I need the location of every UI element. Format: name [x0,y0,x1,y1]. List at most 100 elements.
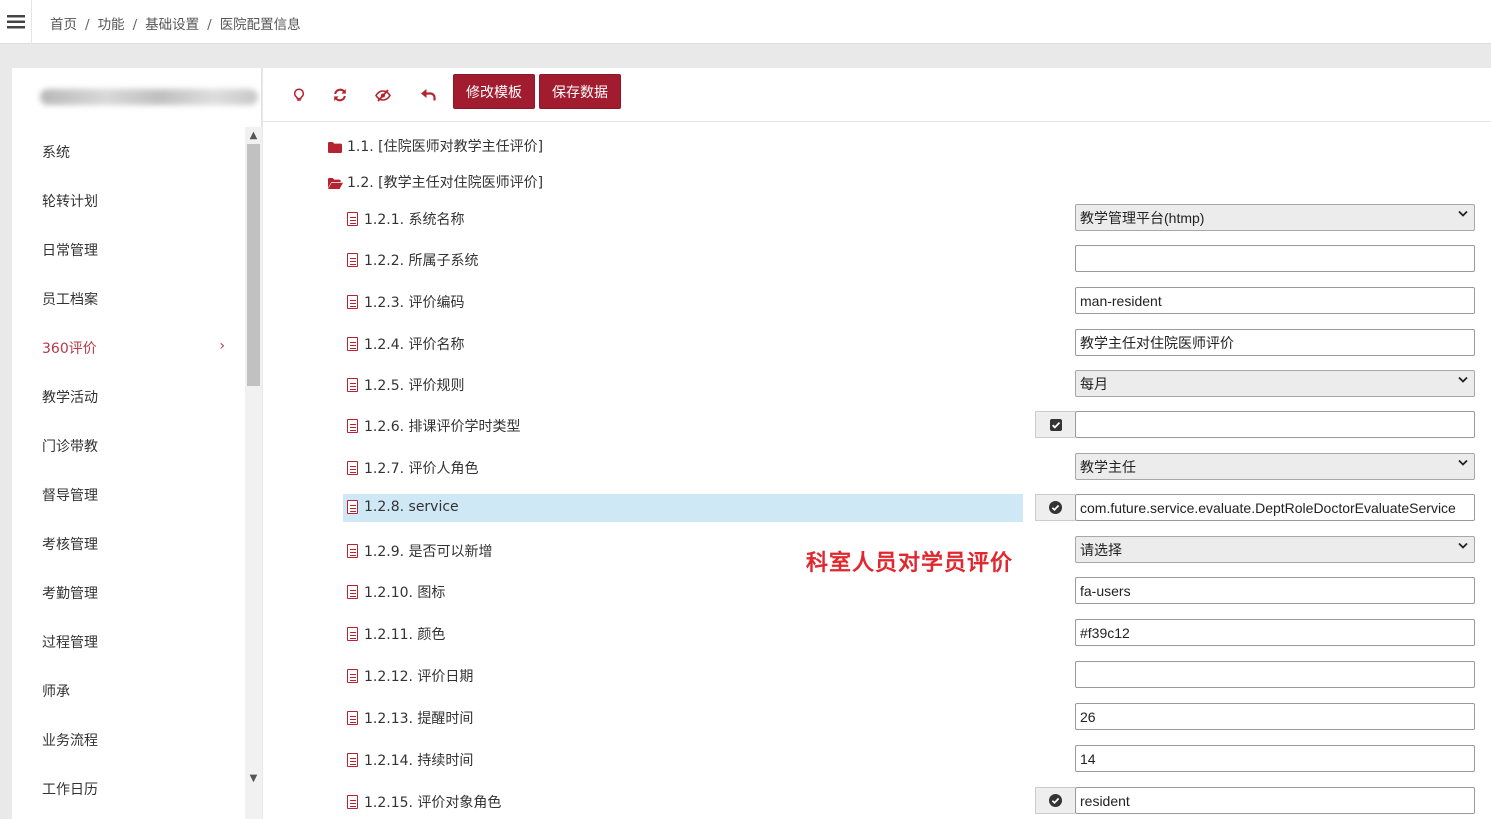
chevron-down-icon [1458,542,1468,553]
lightbulb-icon[interactable] [286,82,312,108]
sidebar-item-label: 日常管理 [42,242,98,259]
sidebar-item[interactable]: 业务流程 [12,715,245,764]
sidebar-item[interactable]: 系统 [12,127,245,176]
config-row-label[interactable]: 1.2.3. 评价编码 [347,292,465,312]
scroll-down-icon[interactable]: ▼ [245,770,262,787]
select-field[interactable]: 每月 [1075,370,1475,397]
field-value: 教学管理平台(htmp) [1080,209,1205,226]
eye-slash-icon[interactable] [370,82,396,108]
sidebar-item-label: 过程管理 [42,634,98,651]
config-label-text: 1.2.1. 系统名称 [364,212,465,228]
text-input[interactable]: 26 [1075,703,1475,730]
config-row-label[interactable]: 1.2.11. 颜色 [347,624,445,644]
breadcrumb-function[interactable]: 功能 [98,17,125,33]
toolbar: 修改模板 保存数据 [263,68,1491,122]
text-input[interactable] [1075,661,1475,688]
document-icon [347,419,358,433]
scroll-up-icon[interactable]: ▲ [245,127,262,144]
save-data-button[interactable]: 保存数据 [539,74,621,109]
config-label-text: 1.2.5. 评价规则 [364,378,465,394]
folder-icon [328,141,342,153]
field-value: 26 [1080,708,1096,725]
chevron-down-icon [1458,210,1468,221]
check-circle-icon[interactable] [1035,787,1075,814]
sidebar-scrollbar[interactable]: ▲ ▼ [245,127,262,819]
config-row-label[interactable]: 1.2.12. 评价日期 [347,666,473,686]
text-input[interactable] [1075,245,1475,272]
text-input[interactable]: man-resident [1075,287,1475,314]
sidebar-item[interactable]: 师承 [12,666,245,715]
text-input[interactable]: 教学主任对住院医师评价 [1075,329,1475,356]
edit-template-button[interactable]: 修改模板 [453,74,535,109]
breadcrumb: 首页 / 功能 / 基础设置 / 医院配置信息 [50,17,301,33]
config-row-label[interactable]: 1.2.7. 评价人角色 [347,458,479,478]
field-value: 教学主任 [1080,458,1136,475]
sidebar-item[interactable]: 过程管理 [12,617,245,666]
sidebar-item[interactable]: 教学活动 [12,372,245,421]
field-value: 每月 [1080,375,1108,392]
breadcrumb-basic-settings[interactable]: 基础设置 [145,17,199,33]
sidebar-item-label: 员工档案 [42,291,98,308]
text-input[interactable]: fa-users [1075,577,1475,604]
select-field[interactable]: 教学主任 [1075,453,1475,480]
chevron-down-icon [1458,376,1468,387]
config-row-label[interactable]: 1.2.9. 是否可以新增 [347,541,493,561]
document-icon [347,585,358,599]
config-row-label[interactable]: 1.2.8. service [347,499,459,515]
config-row-label[interactable]: 1.2.5. 评价规则 [347,375,465,395]
tree-node-label: 1.2. [教学主任对住院医师评价] [347,175,544,191]
sidebar-item[interactable]: 日常管理 [12,225,245,274]
sidebar-item-label: 360评价 [42,340,97,357]
sidebar-item[interactable]: 督导管理 [12,470,245,519]
document-icon [347,711,358,725]
document-icon [347,253,358,267]
menu-toggle-icon[interactable] [0,0,32,44]
config-row-label[interactable]: 1.2.15. 评价对象角色 [347,792,501,812]
document-icon [347,500,358,514]
check-circle-icon[interactable] [1035,494,1075,521]
sidebar-item-label: 系统 [42,144,70,161]
sidebar-item[interactable]: 考核管理 [12,519,245,568]
document-icon [347,795,358,809]
check-square-icon[interactable] [1035,411,1075,438]
breadcrumb-home[interactable]: 首页 [50,17,77,33]
text-input[interactable]: com.future.service.evaluate.DeptRoleDoct… [1075,494,1475,521]
tree-node-1-1[interactable]: 1.1. [住院医师对教学主任评价] [328,136,543,156]
sidebar-item[interactable]: 员工档案 [12,274,245,323]
text-input[interactable]: 14 [1075,745,1475,772]
sidebar-item[interactable]: 轮转计划 [12,176,245,225]
config-row-label[interactable]: 1.2.13. 提醒时间 [347,708,473,728]
select-field[interactable]: 教学管理平台(htmp) [1075,204,1475,231]
refresh-icon[interactable] [327,82,353,108]
config-label-text: 1.2.7. 评价人角色 [364,461,479,477]
config-row: 1.2.8. service [343,494,1023,522]
text-input[interactable]: #f39c12 [1075,619,1475,646]
config-row-label[interactable]: 1.2.6. 排课评价学时类型 [347,416,521,436]
sidebar-item[interactable]: 门诊带教 [12,421,245,470]
field-value: man-resident [1080,292,1162,309]
field-value: 请选择 [1080,541,1122,558]
config-label-text: 1.2.8. service [364,499,459,515]
select-field[interactable]: 请选择 [1075,536,1475,563]
document-icon [347,627,358,641]
tree-node-1-2[interactable]: 1.2. [教学主任对住院医师评价] [328,172,543,192]
sidebar-item[interactable]: 工作日历 [12,764,245,813]
document-icon [347,544,358,558]
config-row-label[interactable]: 1.2.2. 所属子系统 [347,250,479,270]
text-input[interactable]: resident [1075,787,1475,814]
config-row-label[interactable]: 1.2.10. 图标 [347,582,445,602]
sidebar-item[interactable]: 360评价 › [12,323,245,372]
sidebar-item[interactable]: 考勤管理 [12,568,245,617]
config-row-label[interactable]: 1.2.14. 持续时间 [347,750,473,770]
sidebar-item-label: 门诊带教 [42,438,98,455]
text-input[interactable] [1075,411,1475,438]
document-icon [347,212,358,226]
scrollbar-thumb[interactable] [247,144,260,386]
config-row-label[interactable]: 1.2.1. 系统名称 [347,209,465,229]
chevron-down-icon [1458,459,1468,470]
sidebar: 系统轮转计划日常管理员工档案 360评价 › 教学活动门诊带教督导管理 考核管理 考勤管理… [12,68,262,819]
config-label-text: 1.2.12. 评价日期 [364,669,474,685]
config-label-text: 1.2.6. 排课评价学时类型 [364,419,521,435]
config-row-label[interactable]: 1.2.4. 评价名称 [347,334,465,354]
undo-icon[interactable] [415,82,441,108]
